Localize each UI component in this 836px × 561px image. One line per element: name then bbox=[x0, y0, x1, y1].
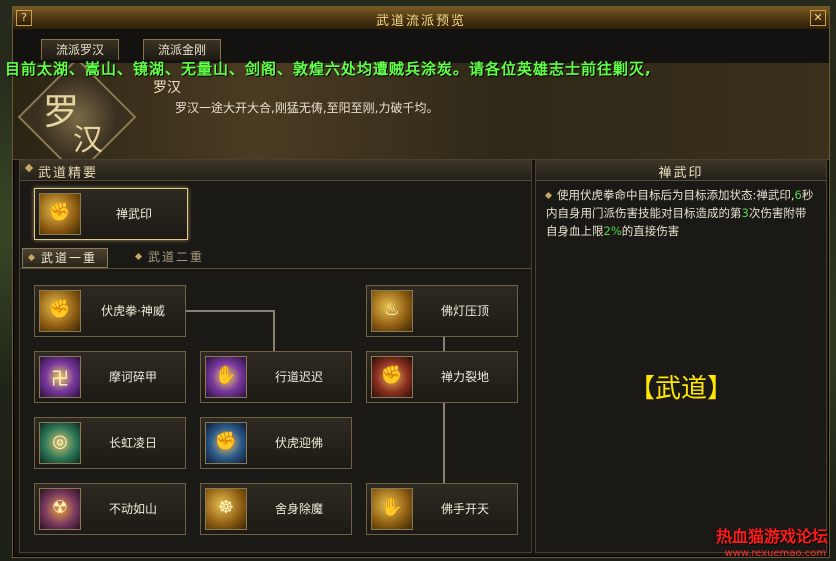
fist-blue-icon: ✊ bbox=[205, 422, 247, 464]
skill-label: 佛手开天 bbox=[440, 502, 489, 516]
detail-title: 禅武印 bbox=[658, 166, 704, 181]
desc-part: 的直接伤害 bbox=[621, 224, 680, 238]
tiger-icon: ☢ bbox=[39, 488, 81, 530]
skill-node[interactable]: ✊ 伏虎迎佛 bbox=[200, 417, 352, 469]
tab-luohan[interactable]: 流派罗汉 bbox=[41, 39, 120, 60]
arm-red-icon: ✊ bbox=[371, 356, 413, 398]
skill-label: 行道迟迟 bbox=[274, 370, 323, 384]
skill-node[interactable]: 卍 摩诃碎甲 bbox=[34, 351, 186, 403]
skill-description: 使用伏虎拳命中目标后为目标添加状态:禅武印,6秒内自身用门派伤害技能对目标造成的… bbox=[544, 186, 816, 240]
skill-node[interactable]: ◎ 长虹凌日 bbox=[34, 417, 186, 469]
diamond-icon bbox=[27, 253, 36, 262]
monk-gold-icon: ☸ bbox=[205, 488, 247, 530]
skill-label: 佛灯压顶 bbox=[440, 304, 489, 318]
featured-skill[interactable]: ✊ 禅武印 bbox=[34, 188, 188, 240]
diamond-icon bbox=[544, 191, 553, 200]
skill-node[interactable]: ✊ 伏虎拳·神威 bbox=[34, 285, 186, 337]
skill-node[interactable]: ✋ 佛手开天 bbox=[366, 483, 518, 535]
connector-line bbox=[273, 310, 275, 352]
tab-tier-2[interactable]: 武道二重 bbox=[130, 248, 214, 266]
desc-number: 6 bbox=[794, 188, 802, 202]
close-button[interactable]: ✕ bbox=[810, 10, 826, 26]
skill-detail-panel: 禅武印 使用伏虎拳命中目标后为目标添加状态:禅武印,6秒内自身用门派伤害技能对目… bbox=[535, 159, 827, 553]
desc-part: 使用伏虎拳命中目标后为目标添加状态:禅武印, bbox=[557, 188, 795, 202]
lamp-gold-icon: ♨ bbox=[371, 290, 413, 332]
watermark-text: 热血猫游戏论坛 bbox=[715, 527, 828, 546]
watermark-url: www.rexuemao.com bbox=[724, 548, 826, 559]
connector-line bbox=[443, 401, 445, 483]
window-title: 武道流派预览 bbox=[375, 14, 466, 29]
skill-label: 伏虎迎佛 bbox=[274, 436, 323, 450]
detail-header: 禅武印 bbox=[536, 160, 826, 181]
section-header: 武道精要 bbox=[20, 160, 531, 181]
diamond-icon bbox=[134, 252, 143, 261]
school-name: 罗汉 bbox=[153, 80, 181, 96]
skill-tree-panel: 武道精要 ✊ 禅武印 武道一重 武道二重 ✊ 伏虎拳·神威 ♨ 佛灯压顶 卍 摩… bbox=[19, 159, 532, 553]
skill-node[interactable]: ☢ 不动如山 bbox=[34, 483, 186, 535]
emblem-char-2: 汉 bbox=[73, 123, 103, 158]
hand-gold-icon: ✋ bbox=[371, 488, 413, 530]
fist-gold-icon: ✊ bbox=[39, 193, 81, 235]
skill-label: 不动如山 bbox=[108, 502, 157, 516]
skill-label: 禅力裂地 bbox=[440, 370, 489, 384]
desc-number: 2% bbox=[603, 224, 622, 238]
skill-label: 摩诃碎甲 bbox=[108, 370, 157, 384]
skill-node[interactable]: ☸ 舍身除魔 bbox=[200, 483, 352, 535]
school-preview-window: ? 武道流派预览 ✕ 流派罗汉 流派金刚 罗 汉 罗汉 罗汉一途大开大合,刚猛无… bbox=[12, 6, 830, 558]
desc-number: 3 bbox=[741, 206, 749, 220]
skill-label: 伏虎拳·神威 bbox=[101, 304, 165, 318]
tab-tier-1[interactable]: 武道一重 bbox=[22, 248, 109, 268]
school-description: 罗汉一途大开大合,刚猛无俦,至阳至刚,力破千均。 bbox=[175, 101, 439, 115]
fist-gold-icon: ✊ bbox=[39, 290, 81, 332]
skill-node[interactable]: ✋ 行道迟迟 bbox=[200, 351, 352, 403]
section-title: 武道精要 bbox=[38, 166, 99, 181]
skill-node[interactable]: ♨ 佛灯压顶 bbox=[366, 285, 518, 337]
window-titlebar: ? 武道流派预览 ✕ bbox=[13, 7, 829, 30]
tab-label: 武道二重 bbox=[148, 250, 205, 264]
skill-label: 舍身除魔 bbox=[274, 502, 323, 516]
tab-jingang[interactable]: 流派金刚 bbox=[143, 39, 222, 60]
tier-tabs: 武道一重 武道二重 bbox=[20, 246, 531, 269]
scrolling-announcement: 目前太湖、嵩山、镜湖、无量山、剑阁、敦煌六处均遭贼兵涂炭。请各位英雄志士前往剿灭… bbox=[5, 60, 652, 78]
tab-label: 武道一重 bbox=[41, 251, 98, 265]
category-label: 【武道】 bbox=[628, 374, 733, 404]
palm-purple-icon: ✋ bbox=[205, 356, 247, 398]
skill-label: 长虹凌日 bbox=[108, 436, 157, 450]
swirl-green-icon: ◎ bbox=[39, 422, 81, 464]
diamond-icon bbox=[24, 163, 34, 173]
skill-label: 禅武印 bbox=[115, 207, 152, 221]
swastika-purple-icon: 卍 bbox=[39, 356, 81, 398]
connector-line bbox=[186, 310, 274, 312]
skill-node[interactable]: ✊ 禅力裂地 bbox=[366, 351, 518, 403]
